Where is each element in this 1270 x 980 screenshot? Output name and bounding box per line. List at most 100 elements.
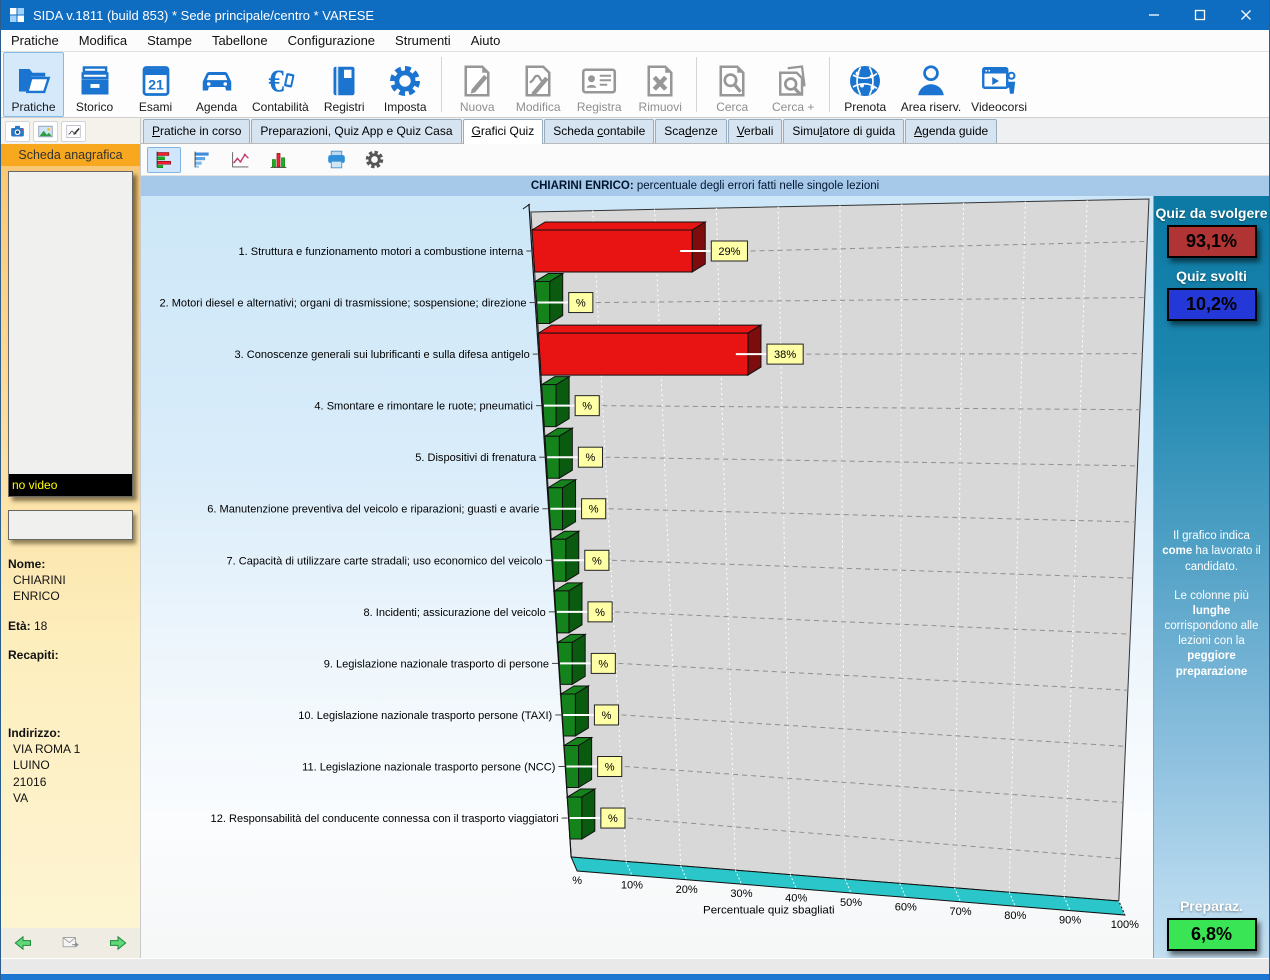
svg-text:%: % <box>586 452 596 464</box>
svg-text:1. Struttura e funzionamento m: 1. Struttura e funzionamento motori a co… <box>238 246 524 258</box>
record-navigation <box>1 928 140 958</box>
svg-text:2. Motori diesel e alternativi: 2. Motori diesel e alternativi; organi d… <box>159 298 526 310</box>
menu-pratiche[interactable]: Pratiche <box>1 30 69 51</box>
menu-modifica[interactable]: Modifica <box>69 30 137 51</box>
menu-aiuto[interactable]: Aiuto <box>461 30 511 51</box>
tab-scheda-contabile[interactable]: Scheda contabile <box>544 119 654 143</box>
gear-icon <box>387 63 423 99</box>
hbar-colored-icon <box>154 149 175 170</box>
tab-scadenze[interactable]: Scadenze <box>655 119 726 143</box>
svg-text:%: % <box>576 298 586 310</box>
svg-text:%: % <box>582 401 592 413</box>
svg-text:29%: 29% <box>718 246 740 258</box>
euro-icon: € <box>262 63 298 99</box>
picture-button[interactable] <box>33 121 58 142</box>
tab-pratiche-in-corso[interactable]: Pratiche in corso <box>143 119 250 143</box>
window-title: SIDA v.1811 (build 853) * Sede principal… <box>33 8 374 23</box>
printer-icon <box>326 149 347 170</box>
svg-text:90%: 90% <box>1059 915 1081 927</box>
sidebar-header: Scheda anagrafica <box>1 144 140 166</box>
menu-configurazione[interactable]: Configurazione <box>278 30 385 51</box>
chart-title-student: CHIARINI ENRICO: <box>531 180 634 192</box>
quiz-errors-chart: 29% 1. Struttura e funzionamento motori a… <box>141 196 1153 958</box>
print-button[interactable] <box>319 147 353 173</box>
next-record-button[interactable] <box>108 933 128 953</box>
car-icon <box>199 63 235 99</box>
svg-text:8. Incidenti; assicurazione de: 8. Incidenti; assicurazione del veicolo <box>363 607 545 619</box>
archive-icon <box>77 63 113 99</box>
toolbar-prenota-button[interactable]: Prenota <box>835 52 896 117</box>
student-fields: Nome:CHIARINIENRICOEtà: 18Recapiti:Indir… <box>8 556 133 806</box>
signature-button[interactable] <box>61 121 86 142</box>
arrow-left-icon <box>13 933 33 953</box>
toolbar-label: Modifica <box>516 100 561 114</box>
toolbar-label: Rimuovi <box>639 100 682 114</box>
svg-text:11. Legislazione nazionale tra: 11. Legislazione nazionale trasporto per… <box>302 762 555 774</box>
mail-icon <box>61 933 81 953</box>
maximize-button[interactable] <box>1177 0 1223 30</box>
toolbar-label: Prenota <box>844 100 886 114</box>
toolbar-modifica-button: Modifica <box>508 52 569 117</box>
svg-text:4. Smontare e rimontare le ruo: 4. Smontare e rimontare le ruote; pneuma… <box>314 401 533 413</box>
svg-text:30%: 30% <box>730 888 752 900</box>
toolbar-area-riserv-button[interactable]: Area riserv. <box>896 52 966 117</box>
toolbar-contabilit-button[interactable]: €Contabilità <box>247 52 314 117</box>
menu-strumenti[interactable]: Strumenti <box>385 30 461 51</box>
menu-tabellone[interactable]: Tabellone <box>202 30 278 51</box>
window-border <box>1 974 1269 980</box>
chart-toolbar <box>141 144 1269 176</box>
svg-text:6. Manutenzione preventiva del: 6. Manutenzione preventiva del veicolo e… <box>207 504 539 516</box>
vbar-colored-icon <box>268 149 289 170</box>
minimize-icon <box>1148 9 1160 21</box>
field-indirizzo: Indirizzo:VIA ROMA 1LUINO21016VA <box>8 725 133 806</box>
svg-text:70%: 70% <box>949 906 971 918</box>
toolbar-imposta-button[interactable]: Imposta <box>375 52 436 117</box>
tab-agenda-guide[interactable]: Agenda guide <box>905 119 997 143</box>
line-chart-icon <box>230 149 251 170</box>
chart-vertical-bars-button[interactable] <box>261 147 295 173</box>
sidebar-mini-toolbar <box>1 118 140 144</box>
minimize-button[interactable] <box>1131 0 1177 30</box>
camera-button[interactable] <box>5 121 30 142</box>
close-button[interactable] <box>1223 0 1269 30</box>
svg-text:20%: 20% <box>676 884 698 896</box>
svg-text:%: % <box>605 762 615 774</box>
svg-text:5. Dispositivi di frenatura: 5. Dispositivi di frenatura <box>415 452 537 464</box>
svg-text:%: % <box>608 813 618 825</box>
doc-x-icon <box>642 63 678 99</box>
toolbar-cerca-button: Cerca + <box>763 52 824 117</box>
svg-text:9. Legislazione nazionale tras: 9. Legislazione nazionale trasporto di p… <box>324 658 549 670</box>
hbar-blue-icon <box>192 149 213 170</box>
toolbar-label: Area riserv. <box>901 100 961 114</box>
svg-text:%: % <box>595 607 605 619</box>
chart-line-button[interactable] <box>223 147 257 173</box>
previous-record-button[interactable] <box>13 933 33 953</box>
svg-text:%: % <box>602 710 612 722</box>
book-icon <box>326 63 362 99</box>
tab-preparazioni-quiz-app-e-quiz-casa[interactable]: Preparazioni, Quiz App e Quiz Casa <box>251 119 461 143</box>
field-et: Età: 18 <box>8 618 133 634</box>
toolbar-pratiche-button[interactable]: Pratiche <box>3 52 64 117</box>
sidebar: Scheda anagrafica no video Nome:CHIARINI… <box>1 118 141 958</box>
tab-verbali[interactable]: Verbali <box>728 119 783 143</box>
toolbar-agenda-button[interactable]: Agenda <box>186 52 247 117</box>
menu-stampe[interactable]: Stampe <box>137 30 202 51</box>
svg-text:40%: 40% <box>785 893 807 905</box>
send-email-button[interactable] <box>61 933 81 953</box>
chart-horizontal-bars-blue-button[interactable] <box>185 147 219 173</box>
toolbar-videocorsi-button[interactable]: Videocorsi <box>966 52 1032 117</box>
main-toolbar: PraticheStorico21EsamiAgenda€Contabilità… <box>1 52 1269 118</box>
toolbar-esami-button[interactable]: 21Esami <box>125 52 186 117</box>
toolbar-label: Registra <box>577 100 622 114</box>
tab-grafici-quiz[interactable]: Grafici Quiz <box>463 119 544 144</box>
chart-horizontal-bars-colored-button[interactable] <box>147 147 181 173</box>
menu-bar: PraticheModificaStampeTabelloneConfigura… <box>1 30 1269 52</box>
toolbar-registri-button[interactable]: Registri <box>314 52 375 117</box>
preparazione-label: Preparaz. <box>1180 898 1243 914</box>
tab-simulatore-di-guida[interactable]: Simulatore di guida <box>783 119 904 143</box>
app-window: SIDA v.1811 (build 853) * Sede principal… <box>0 0 1270 980</box>
gear-dark-icon <box>364 149 385 170</box>
chart-settings-button[interactable] <box>357 147 391 173</box>
toolbar-storico-button[interactable]: Storico <box>64 52 125 117</box>
svg-text:12. Responsabilità del conduce: 12. Responsabilità del conducente connes… <box>211 813 559 825</box>
